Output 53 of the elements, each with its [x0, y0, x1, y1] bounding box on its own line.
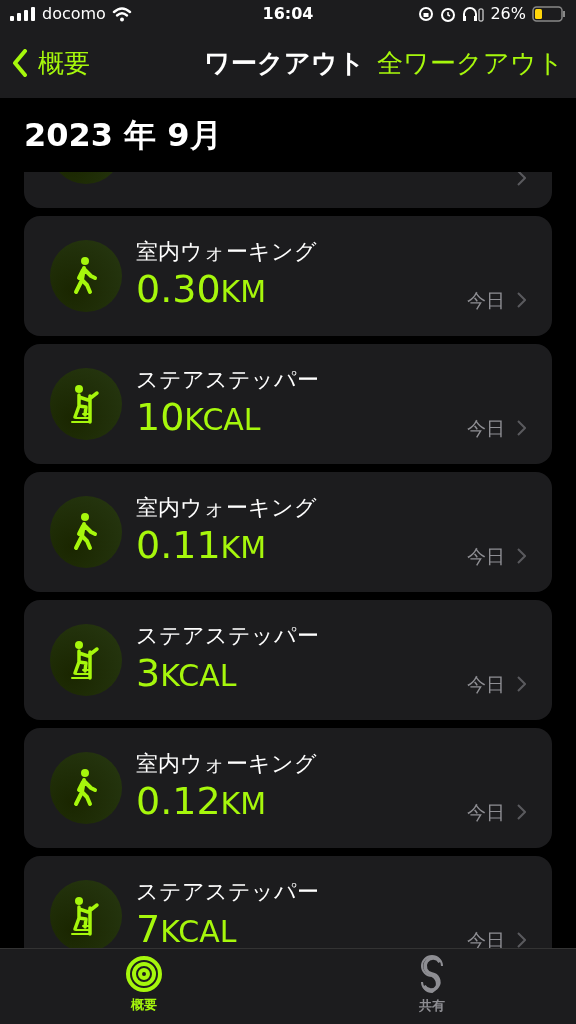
workout-date: 今日 — [467, 671, 505, 697]
chevron-right-icon — [517, 172, 526, 186]
battery-icon — [532, 6, 566, 22]
rotation-lock-icon — [418, 6, 435, 22]
workout-card[interactable]: 室内ウォーキング 0.30KM 今日 — [24, 216, 552, 336]
screen-title: ワークアウト — [204, 46, 365, 80]
workout-value: 0.30KM — [136, 267, 268, 313]
workout-name: ステアステッパー — [136, 366, 320, 394]
walking-figure-icon — [72, 768, 100, 808]
workout-name: 室内ウォーキング — [136, 750, 318, 778]
battery-percent: 26% — [490, 3, 526, 25]
workout-card[interactable]: ステアステッパー 10KCAL 今日 — [24, 344, 552, 464]
chevron-right-icon — [517, 419, 526, 436]
alarm-clock-icon — [440, 6, 457, 22]
chevron-left-icon — [12, 49, 28, 77]
stair-climber-icon — [70, 640, 102, 680]
walking-figure-icon — [72, 512, 100, 552]
workout-card[interactable]: 室内ウォーキング 0.12KM 今日 — [24, 728, 552, 848]
section-title: 2023 年 9月 — [24, 115, 222, 156]
workout-date: 今日 — [467, 799, 505, 825]
sharing-icon — [418, 953, 446, 994]
workout-value: 0.11KM — [136, 523, 268, 569]
headphones-icon — [462, 6, 485, 22]
workout-card[interactable]: ステアステッパー 3KCAL 今日 — [24, 600, 552, 720]
chevron-right-icon — [517, 803, 526, 820]
workout-name: ステアステッパー — [136, 878, 320, 906]
all-workouts-button[interactable]: 全ワークアウト — [377, 43, 564, 83]
signal-icon — [10, 7, 36, 21]
walking-figure-icon — [72, 256, 100, 296]
chevron-right-icon — [517, 931, 526, 948]
chevron-right-icon — [517, 675, 526, 692]
workout-date: 今日 — [467, 543, 505, 569]
workout-name: 室内ウォーキング — [136, 494, 318, 522]
wifi-icon — [111, 6, 132, 22]
activity-rings-icon — [125, 954, 163, 993]
workout-value: 0.12KM — [136, 779, 268, 825]
workout-value: 7KCAL — [136, 907, 238, 948]
workout-date: 今日 — [467, 287, 505, 313]
workout-value: 10KCAL — [136, 395, 262, 441]
carrier-name: docomo — [42, 3, 106, 25]
workout-date: 今日 — [467, 415, 505, 441]
workout-card[interactable]: 室内ウォーキング 0.11KM 今日 — [24, 472, 552, 592]
stair-climber-icon — [70, 896, 102, 936]
chevron-right-icon — [517, 547, 526, 564]
tab-bar-item[interactable]: 共有 — [288, 949, 576, 1024]
back-button[interactable]: 概要 — [12, 43, 90, 83]
workout-name: ステアステッパー — [136, 622, 320, 650]
stair-climber-icon — [70, 384, 102, 424]
workout-name: 室内ウォーキング — [136, 238, 318, 266]
tab-bar-item[interactable]: 概要 — [0, 949, 288, 1024]
chevron-right-icon — [517, 291, 526, 308]
clock-time: 16:04 — [261, 3, 315, 25]
workout-value: 3KCAL — [136, 651, 238, 697]
